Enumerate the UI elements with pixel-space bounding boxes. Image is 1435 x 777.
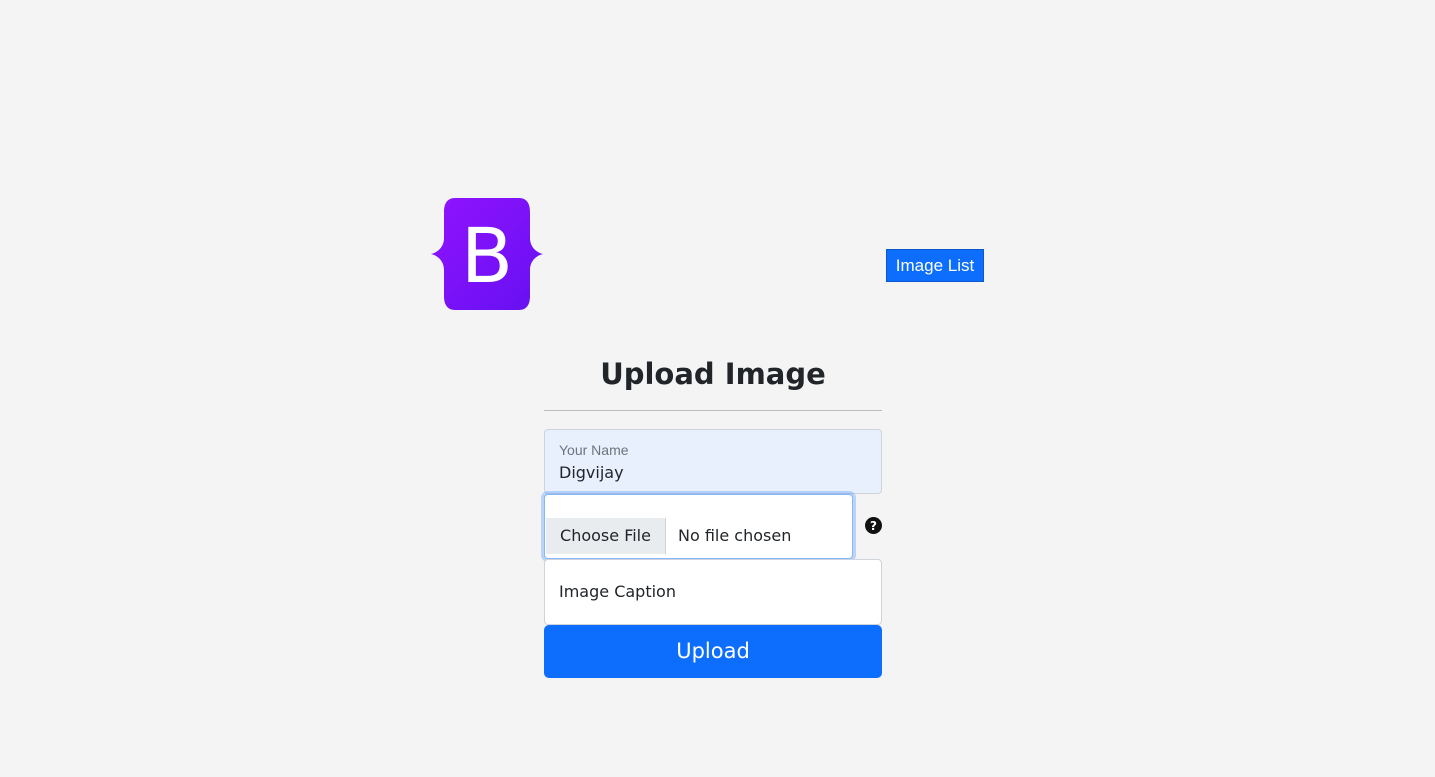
name-field-label: Your Name (559, 442, 629, 458)
logo-letter: B (461, 211, 513, 300)
choose-file-button[interactable]: Choose File (546, 518, 666, 554)
bootstrap-logo-icon: B (431, 198, 543, 310)
page: B Image List Upload Image Your Name Digv… (0, 0, 1435, 777)
svg-text:?: ? (870, 519, 877, 533)
image-list-button[interactable]: Image List (886, 249, 984, 282)
file-status-text: No file chosen (678, 526, 792, 545)
caption-input[interactable]: Image Caption (544, 559, 882, 625)
page-title: Upload Image (600, 357, 826, 391)
file-input[interactable]: Choose File No file chosen (544, 494, 853, 559)
caption-placeholder: Image Caption (559, 582, 676, 601)
name-field[interactable]: Your Name Digvijay (544, 429, 882, 494)
title-divider (544, 410, 882, 411)
upload-button[interactable]: Upload (544, 625, 882, 678)
question-circle-icon[interactable]: ? (865, 517, 882, 534)
name-field-value: Digvijay (559, 463, 624, 482)
